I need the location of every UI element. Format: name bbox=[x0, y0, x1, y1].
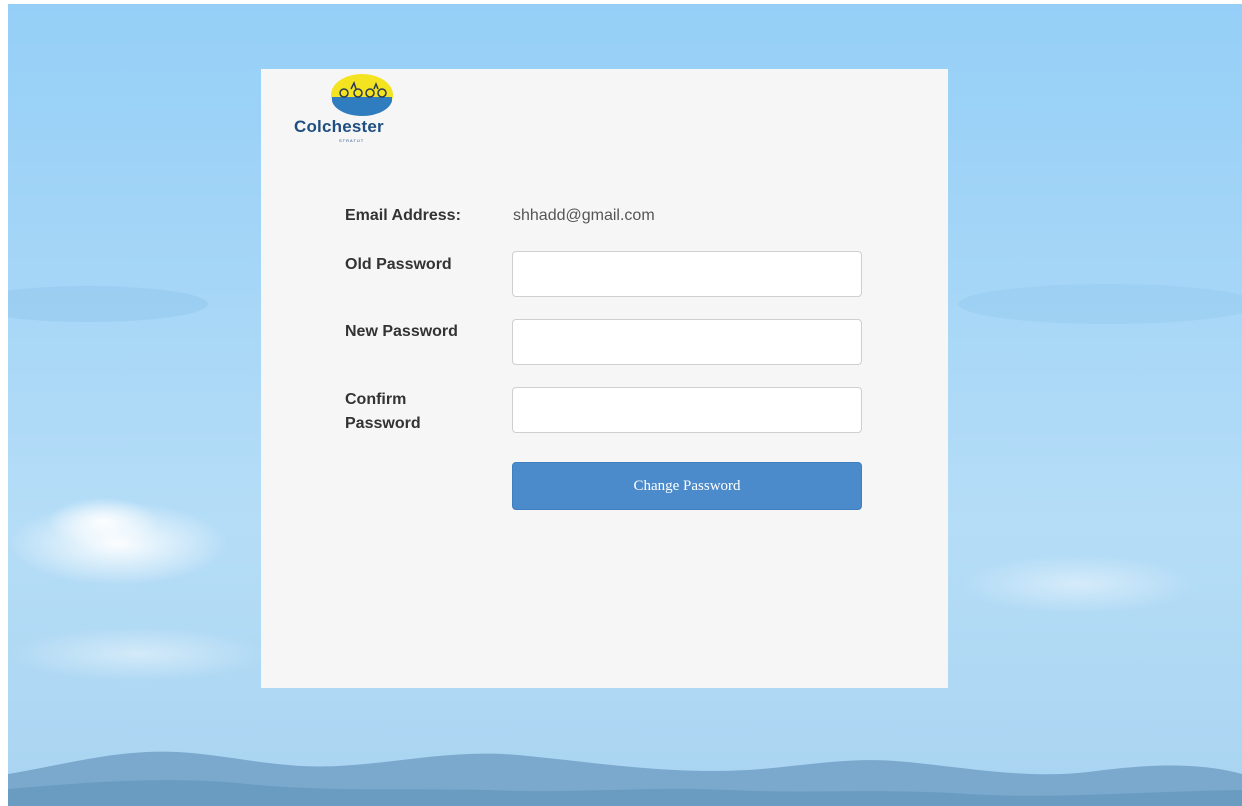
change-password-panel: Colchester STRATUT Email Address: shhadd… bbox=[261, 69, 948, 688]
change-password-button[interactable]: Change Password bbox=[512, 462, 862, 510]
email-value: shhadd@gmail.com bbox=[513, 207, 655, 224]
new-password-input[interactable] bbox=[512, 319, 862, 365]
logo-wordmark: Colchester bbox=[294, 117, 384, 136]
logo-subtitle: STRATUT bbox=[339, 138, 365, 143]
confirm-password-label-line2: Password bbox=[345, 415, 421, 432]
confirm-password-label: Confirm Password bbox=[345, 388, 455, 436]
old-password-input[interactable] bbox=[512, 251, 862, 297]
colchester-logo-icon bbox=[331, 74, 393, 116]
confirm-password-input[interactable] bbox=[512, 387, 862, 433]
old-password-label: Old Password bbox=[345, 256, 452, 273]
email-label: Email Address: bbox=[345, 207, 461, 224]
new-password-label: New Password bbox=[345, 323, 458, 340]
confirm-password-label-line1: Confirm bbox=[345, 391, 407, 408]
colchester-logo: Colchester STRATUT bbox=[292, 73, 432, 145]
